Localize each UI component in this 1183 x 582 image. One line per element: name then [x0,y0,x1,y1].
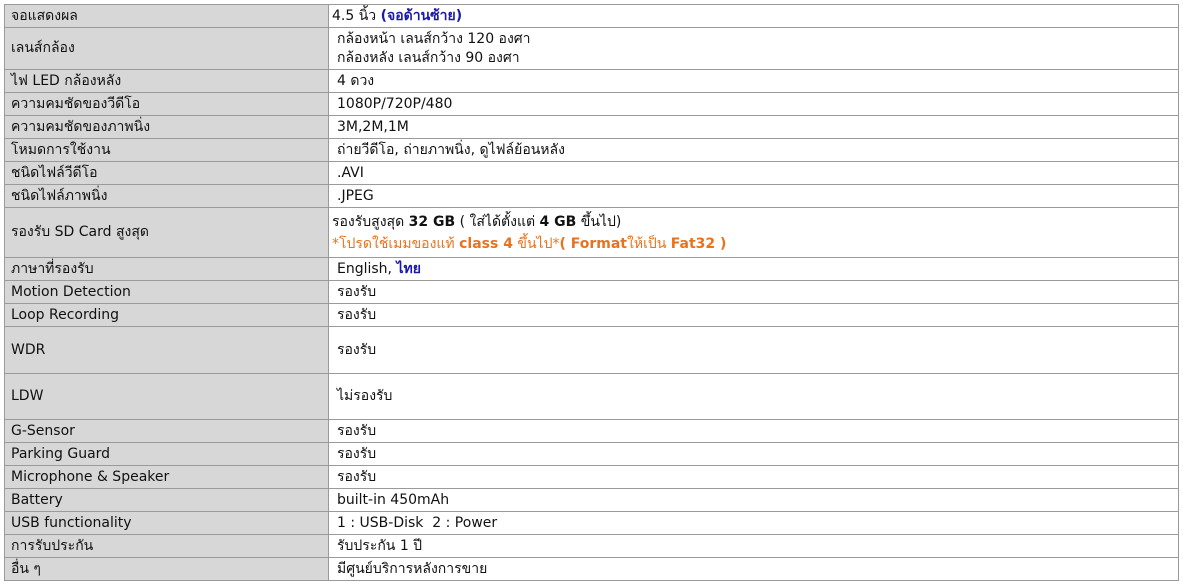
sd-text: ขึ้นไป) [576,213,622,230]
row-value: รองรับ [328,419,1179,443]
front-lens: กล้องหน้า เลนส์กว้าง 120 องศา [337,30,531,47]
table-row: G-Sensor รองรับ [4,419,1179,443]
table-row: WDR รองรับ [4,326,1179,374]
sd-text: รองรับสูงสุด [332,213,409,230]
row-value: 1 : USB-Disk 2 : Power [328,511,1179,535]
table-row: USB functionality 1 : USB-Disk 2 : Power [4,511,1179,535]
table-row: ภาษาที่รองรับ English, ไทย [4,257,1179,281]
row-value: รองรับ [328,303,1179,327]
row-value: English, ไทย [328,257,1179,281]
row-label: Battery [4,488,329,512]
sd-note-line: *โปรดใช้เมมของแท้ class 4 ขึ้นไป*( Forma… [332,233,1178,255]
table-row: Motion Detection รองรับ [4,280,1179,304]
table-row: LDW ไม่รองรับ [4,373,1179,420]
table-row: Loop Recording รองรับ [4,303,1179,327]
row-label: ชนิดไฟล์วีดีโอ [4,161,329,185]
table-row: การรับประกัน รับประกัน 1 ปี [4,534,1179,558]
row-value: รองรับ [328,465,1179,489]
row-label: ความคมชัดของวีดีโอ [4,92,329,116]
row-value: .JPEG [328,184,1179,208]
row-label: Loop Recording [4,303,329,327]
row-label: รองรับ SD Card สูงสุด [4,207,329,258]
row-value: 3M,2M,1M [328,115,1179,139]
table-row: Parking Guard รองรับ [4,442,1179,466]
row-label: Parking Guard [4,442,329,466]
spec-table: จอแสดงผล 4.5 นิ้ว (จอด้านซ้าย) เลนส์กล้อ… [4,4,1179,581]
sd-class: class 4 [459,235,513,252]
display-size: 4.5 นิ้ว [332,7,381,24]
row-value: built-in 450mAh [328,488,1179,512]
sd-capacity-line: รองรับสูงสุด 32 GB ( ใส่ได้ตั้งแต่ 4 GB … [332,211,1178,233]
row-label: G-Sensor [4,419,329,443]
row-label: การรับประกัน [4,534,329,558]
row-value: รองรับ [328,326,1179,374]
table-row: ความคมชัดของภาพนิ่ง 3M,2M,1M [4,115,1179,139]
display-position: (จอด้านซ้าย) [380,7,463,24]
sd-max-capacity: 32 GB [408,213,456,230]
table-row: เลนส์กล้อง กล้องหน้า เลนส์กว้าง 120 องศา… [4,27,1179,70]
language-thai: ไทย [396,260,421,277]
row-label: เลนส์กล้อง [4,27,329,70]
row-value: รองรับ [328,280,1179,304]
row-value: ไม่รองรับ [328,373,1179,420]
sd-text: ( ใส่ได้ตั้งแต่ [455,213,540,230]
table-row: โหมดการใช้งาน ถ่ายวีดีโอ, ถ่ายภาพนิ่ง, ด… [4,138,1179,162]
table-row: รองรับ SD Card สูงสุด รองรับสูงสุด 32 GB… [4,207,1179,258]
row-label: Microphone & Speaker [4,465,329,489]
table-row: ไฟ LED กล้องหลัง 4 ดวง [4,69,1179,93]
table-row: จอแสดงผล 4.5 นิ้ว (จอด้านซ้าย) [4,4,1179,28]
row-value: 4 ดวง [328,69,1179,93]
table-row: ความคมชัดของวีดีโอ 1080P/720P/480 [4,92,1179,116]
row-label: อื่น ๆ [4,557,329,581]
row-value: 4.5 นิ้ว (จอด้านซ้าย) [328,4,1179,28]
table-row: ชนิดไฟล์วีดีโอ .AVI [4,161,1179,185]
sd-format: ( Format [559,235,628,252]
row-value: 1080P/720P/480 [328,92,1179,116]
row-value: รับประกัน 1 ปี [328,534,1179,558]
row-label: Motion Detection [4,280,329,304]
row-label: ความคมชัดของภาพนิ่ง [4,115,329,139]
table-row: Battery built-in 450mAh [4,488,1179,512]
row-label: จอแสดงผล [4,4,329,28]
language-english: English, [337,260,397,277]
sd-note: *โปรดใช้เมมของแท้ [332,235,460,252]
row-label: ชนิดไฟล์ภาพนิ่ง [4,184,329,208]
sd-filesystem: Fat32 ) [670,235,727,252]
table-row: ชนิดไฟล์ภาพนิ่ง .JPEG [4,184,1179,208]
sd-note: ให้เป็น [627,235,671,252]
row-value: รองรับ [328,442,1179,466]
row-value: ถ่ายวีดีโอ, ถ่ายภาพนิ่ง, ดูไฟล์ย้อนหลัง [328,138,1179,162]
row-value: รองรับสูงสุด 32 GB ( ใส่ได้ตั้งแต่ 4 GB … [328,207,1179,258]
row-label: USB functionality [4,511,329,535]
row-label: ภาษาที่รองรับ [4,257,329,281]
sd-note: ขึ้นไป* [512,235,560,252]
row-label: โหมดการใช้งาน [4,138,329,162]
row-label: ไฟ LED กล้องหลัง [4,69,329,93]
row-value: กล้องหน้า เลนส์กว้าง 120 องศา กล้องหลัง … [328,27,1179,70]
rear-lens: กล้องหลัง เลนส์กว้าง 90 องศา [337,49,520,66]
row-label: LDW [4,373,329,420]
table-row: Microphone & Speaker รองรับ [4,465,1179,489]
row-value: .AVI [328,161,1179,185]
row-label: WDR [4,326,329,374]
sd-min-capacity: 4 GB [539,213,577,230]
table-row: อื่น ๆ มีศูนย์บริการหลังการขาย [4,557,1179,581]
row-value: มีศูนย์บริการหลังการขาย [328,557,1179,581]
